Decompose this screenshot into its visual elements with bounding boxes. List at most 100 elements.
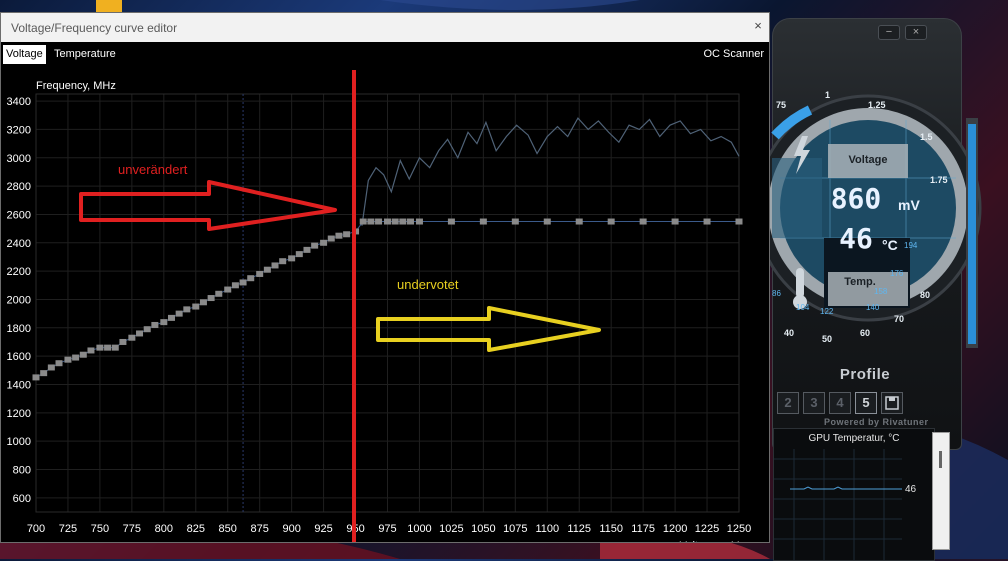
curve-point: [575, 218, 583, 225]
x-tick-label: 1150: [599, 523, 623, 535]
x-tick-label: 1025: [439, 523, 463, 535]
y-tick-label: 3200: [7, 124, 31, 136]
outer-scale-label: 60: [860, 328, 870, 338]
curve-point: [367, 218, 375, 225]
x-tick-label: 1200: [663, 523, 687, 535]
x-tick-label: 800: [155, 523, 173, 535]
x-tick-label: 975: [378, 523, 396, 535]
curve-point: [183, 306, 191, 313]
curve-point: [311, 242, 319, 249]
volt-scale-label: 1.5: [920, 132, 933, 142]
vf-curve-chart[interactable]: 7007257507758008258508759009259509751000…: [1, 64, 769, 552]
curve-point: [104, 344, 112, 351]
curve-point: [175, 310, 183, 317]
annotation-unveraendert: unverändert: [118, 162, 188, 177]
monitor-value: 46: [905, 484, 917, 495]
curve-point: [128, 334, 136, 341]
x-tick-label: 1100: [535, 523, 559, 535]
temp-scale-label: 122: [820, 307, 834, 316]
annotation-undervotet: undervotet: [397, 277, 459, 292]
curve-point: [111, 344, 119, 351]
curve-point: [160, 319, 168, 326]
curve-point: [199, 299, 207, 306]
curve-point: [327, 235, 335, 242]
save-profile-button[interactable]: [881, 392, 903, 414]
y-tick-label: 2800: [7, 181, 31, 193]
x-tick-label: 850: [219, 523, 237, 535]
profile-button-3[interactable]: 3: [803, 392, 825, 414]
tab-voltage[interactable]: Voltage: [3, 45, 46, 64]
temp-scale-label: 176: [890, 269, 904, 278]
curve-point: [87, 347, 95, 354]
curve-point: [40, 370, 48, 377]
y-tick-label: 2600: [7, 209, 31, 221]
close-icon[interactable]: ×: [751, 19, 765, 33]
x-tick-label: 725: [59, 523, 77, 535]
temp-scale-label: 86: [772, 289, 781, 298]
curve-point: [447, 218, 455, 225]
monitoring-trace: [361, 117, 740, 226]
x-tick-label: 925: [314, 523, 332, 535]
x-tick-label: 1050: [471, 523, 495, 535]
outer-scale-label: 70: [894, 314, 904, 324]
x-tick-label: 875: [251, 523, 269, 535]
profile-label: Profile: [839, 366, 891, 383]
x-tick-label: 1075: [503, 523, 527, 535]
y-tick-label: 1800: [7, 323, 31, 335]
title-bar[interactable]: Voltage/Frequency curve editor ×: [1, 13, 769, 42]
temperature-unit: °C: [882, 237, 898, 253]
x-tick-label: 825: [187, 523, 205, 535]
y-axis-label: Frequency, MHz: [36, 80, 116, 92]
voltage-unit: mV: [898, 197, 920, 213]
curve-point: [295, 251, 303, 258]
oc-scanner-button[interactable]: OC Scanner: [700, 45, 767, 64]
scrollbar-thumb[interactable]: [939, 451, 942, 468]
curve-point: [136, 330, 144, 337]
x-tick-label: 700: [27, 523, 45, 535]
minimize-icon[interactable]: −: [878, 25, 900, 40]
curve-point: [288, 255, 296, 262]
save-icon: [885, 396, 899, 410]
y-tick-label: 1200: [7, 408, 31, 420]
temperature-value: 46: [839, 222, 873, 255]
y-tick-label: 1000: [7, 436, 31, 448]
curve-point: [384, 218, 391, 225]
curve-point: [192, 303, 200, 310]
y-tick-label: 2200: [7, 266, 31, 278]
profile-button-2[interactable]: 2: [777, 392, 799, 414]
temp-scale-label: 104: [796, 303, 810, 312]
curve-point: [72, 354, 80, 361]
curve-point: [247, 275, 255, 282]
curve-point: [343, 231, 351, 238]
y-tick-label: 3000: [7, 153, 31, 165]
volt-scale-label: 1.25: [868, 100, 886, 110]
x-tick-label: 1000: [407, 523, 431, 535]
curve-point: [359, 218, 367, 225]
profile-buttons: 2 3 4 5: [777, 392, 957, 414]
volt-scale-label: 75: [776, 100, 786, 110]
curve-point: [391, 218, 399, 225]
curve-point: [47, 364, 55, 371]
vf-curve-plot[interactable]: 7007257507758008258508759009259509751000…: [1, 64, 769, 552]
close-icon[interactable]: ×: [905, 25, 927, 40]
curve-point: [32, 374, 40, 381]
vf-curve-editor-window: Voltage/Frequency curve editor × Voltage…: [0, 12, 770, 552]
monitor-scrollbar[interactable]: [932, 432, 950, 550]
profile-button-4[interactable]: 4: [829, 392, 851, 414]
x-axis-label: Voltage, mV: [680, 540, 740, 542]
y-tick-label: 1400: [7, 379, 31, 391]
curve-point: [55, 360, 63, 367]
curve-point: [320, 239, 328, 246]
curve-point: [543, 218, 551, 225]
curve-point: [256, 270, 264, 277]
y-tick-label: 800: [13, 464, 31, 476]
temp-label: Temp.: [844, 276, 876, 288]
curve-point: [64, 356, 72, 363]
curve-point: [671, 218, 679, 225]
tab-temperature[interactable]: Temperature: [51, 45, 119, 64]
x-tick-label: 1125: [567, 523, 591, 535]
window-title: Voltage/Frequency curve editor: [11, 21, 178, 35]
outer-scale-label: 50: [822, 334, 832, 344]
curve-point: [96, 344, 104, 351]
profile-button-5[interactable]: 5: [855, 392, 877, 414]
